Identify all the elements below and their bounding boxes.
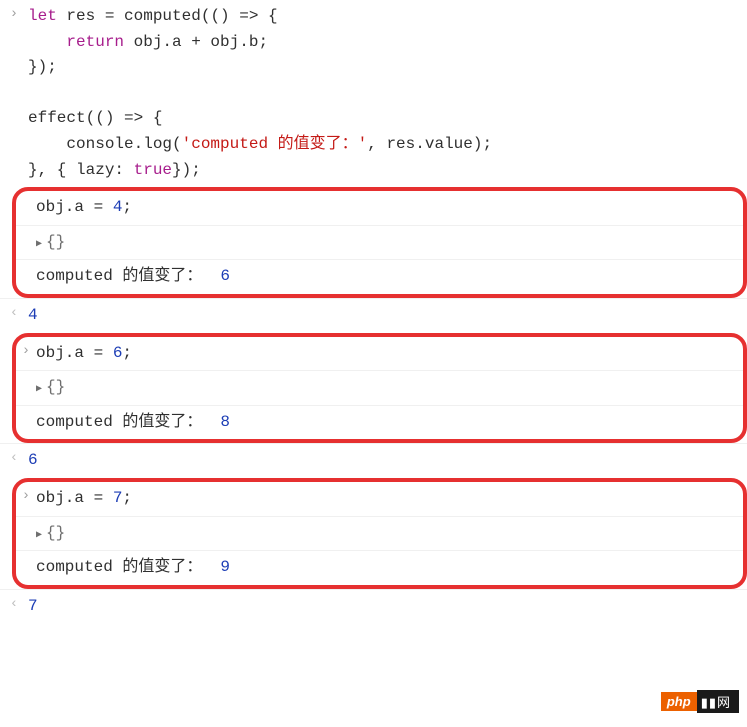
- input-marker-icon: ›: [16, 486, 36, 504]
- log-line[interactable]: computed 的值变了：8: [16, 405, 743, 440]
- code-block: let res = computed(() => { return obj.a …: [28, 4, 747, 183]
- console-line[interactable]: › obj.a = 7;: [16, 482, 743, 516]
- input-marker-icon: ›: [0, 4, 28, 22]
- input-marker-icon: ›: [16, 341, 36, 359]
- expand-triangle-icon[interactable]: ▶: [36, 382, 42, 398]
- keyword-true: true: [134, 161, 172, 179]
- object-expand-line[interactable]: ▶{}: [16, 225, 743, 260]
- object-expand-line[interactable]: ▶{}: [16, 370, 743, 405]
- console-line[interactable]: › obj.a = 6;: [16, 337, 743, 371]
- output-marker-icon: ‹: [0, 448, 28, 466]
- object-expand-line[interactable]: ▶{}: [16, 516, 743, 551]
- output-line[interactable]: ‹ 7: [0, 589, 747, 624]
- expand-triangle-icon[interactable]: ▶: [36, 528, 42, 544]
- console-line[interactable]: obj.a = 4;: [16, 191, 743, 225]
- keyword-return: return: [66, 33, 124, 51]
- output-line[interactable]: ‹ 6: [0, 443, 747, 478]
- highlight-group-2: › obj.a = 6; ▶{} computed 的值变了：8: [12, 333, 747, 444]
- highlight-group-3: › obj.a = 7; ▶{} computed 的值变了：9: [12, 478, 747, 589]
- highlight-group-1: obj.a = 4; ▶{} computed 的值变了：6: [12, 187, 747, 298]
- output-marker-icon: ‹: [0, 594, 28, 612]
- output-marker-icon: ‹: [0, 303, 28, 321]
- log-line[interactable]: computed 的值变了：9: [16, 550, 743, 585]
- watermark-tag: php: [661, 692, 697, 711]
- input-code-row[interactable]: › let res = computed(() => { return obj.…: [0, 0, 747, 187]
- expand-triangle-icon[interactable]: ▶: [36, 237, 42, 253]
- string-literal: 'computed 的值变了：': [182, 135, 368, 153]
- output-line[interactable]: ‹ 4: [0, 298, 747, 333]
- keyword-let: let: [28, 7, 57, 25]
- watermark-badge: php ▮▮网: [661, 690, 739, 713]
- console-panel: › let res = computed(() => { return obj.…: [0, 0, 747, 623]
- log-line[interactable]: computed 的值变了：6: [16, 259, 743, 294]
- watermark-text: ▮▮网: [697, 690, 739, 713]
